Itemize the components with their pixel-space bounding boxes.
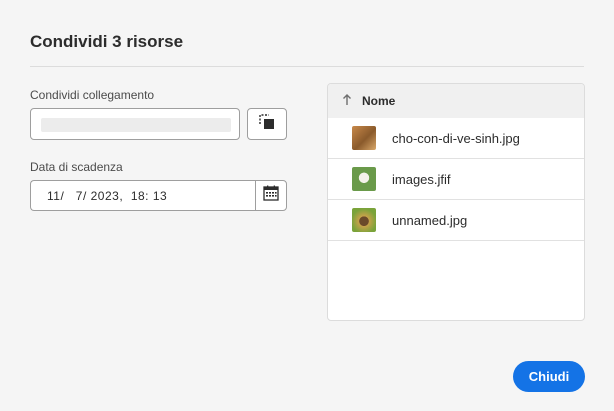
file-name: cho-con-di-ve-sinh.jpg — [392, 130, 520, 146]
share-link-value — [41, 118, 231, 132]
calendar-icon — [262, 184, 280, 207]
image-thumbnail — [352, 167, 376, 191]
close-button[interactable]: Chiudi — [513, 361, 585, 392]
list-item[interactable]: unnamed.jpg — [328, 200, 584, 241]
copy-link-button[interactable] — [247, 108, 287, 140]
column-header-name: Nome — [362, 94, 396, 108]
copy-icon — [258, 113, 276, 136]
list-item[interactable]: images.jfif — [328, 159, 584, 200]
image-thumbnail — [352, 208, 376, 232]
dialog-title: Condividi 3 risorse — [30, 32, 184, 51]
share-link-label: Condividi collegamento — [30, 88, 155, 102]
image-thumbnail — [352, 126, 376, 150]
share-link-field[interactable] — [30, 108, 240, 140]
expiry-date-label: Data di scadenza — [30, 160, 123, 174]
sort-ascending-icon — [342, 93, 356, 109]
share-dialog: Condividi 3 risorse Condividi collegamen… — [0, 0, 614, 411]
file-list-header[interactable]: Nome — [328, 84, 584, 118]
file-name: images.jfif — [392, 171, 451, 187]
file-name: unnamed.jpg — [392, 212, 468, 228]
calendar-button[interactable] — [255, 180, 287, 211]
list-item[interactable]: cho-con-di-ve-sinh.jpg — [328, 118, 584, 159]
file-list: Nome cho-con-di-ve-sinh.jpg images.jfif … — [327, 83, 585, 321]
expiry-date-input[interactable]: 11/ 7/ 2023, 18: 13 — [30, 180, 256, 211]
title-divider — [30, 66, 584, 67]
